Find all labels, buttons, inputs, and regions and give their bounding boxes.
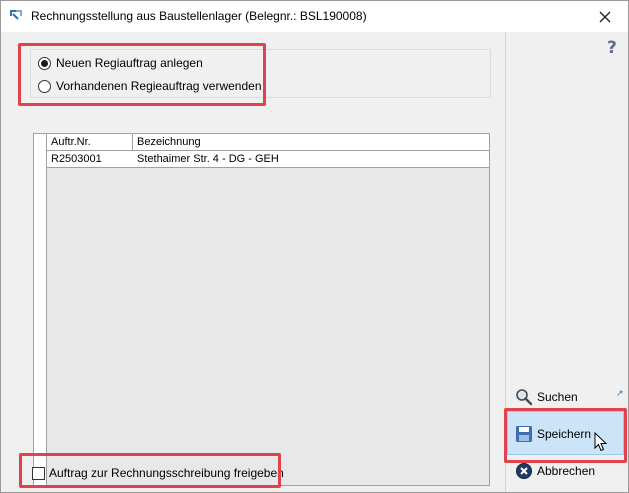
column-header-bezeichnung[interactable]: Bezeichnung (133, 134, 489, 150)
radio-new-order[interactable]: Neuen Regiauftrag anlegen (38, 56, 203, 70)
grid-row-indicator-column (34, 134, 47, 485)
save-button[interactable]: Speichern (515, 425, 591, 443)
title-bar: Rechnungsstellung aus Baustellenlager (B… (1, 1, 628, 32)
release-checkbox-label: Auftrag zur Rechnungsschreibung freigebe… (49, 466, 284, 480)
close-button[interactable] (582, 1, 628, 32)
radio-existing-order[interactable]: Vorhandenen Regieauftrag verwenden (38, 79, 262, 93)
order-grid[interactable]: Auftr.Nr. Bezeichnung R2503001 Stethaime… (33, 133, 490, 486)
close-icon (599, 11, 611, 22)
app-icon (9, 9, 23, 23)
floppy-disk-icon (515, 425, 533, 443)
help-icon[interactable]: ? (607, 38, 617, 58)
radio-new-order-control[interactable] (38, 56, 51, 70)
radio-existing-order-label: Vorhandenen Regieauftrag verwenden (56, 79, 262, 93)
cancel-button[interactable]: Abbrechen (515, 462, 595, 480)
cancel-x-icon (515, 462, 533, 480)
cell-auftr-nr[interactable]: R2503001 (47, 151, 133, 167)
column-header-auftr-nr[interactable]: Auftr.Nr. (47, 134, 133, 150)
cancel-button-label: Abbrechen (537, 464, 596, 478)
save-button-label: Speichern (537, 427, 592, 441)
expand-arrow-icon[interactable]: ↗ (616, 389, 624, 399)
action-sidebar: ? ↗ Suchen Speichern Abbrechen (504, 32, 628, 492)
main-content: Neuen Regiauftrag anlegen Vorhandenen Re… (1, 32, 505, 492)
dialog-window: Rechnungsstellung aus Baustellenlager (B… (0, 0, 629, 493)
mouse-cursor-icon (594, 431, 608, 455)
cell-bezeichnung[interactable]: Stethaimer Str. 4 - DG - GEH (133, 151, 489, 167)
search-button[interactable]: Suchen (515, 388, 578, 406)
table-row[interactable]: R2503001 Stethaimer Str. 4 - DG - GEH (47, 151, 489, 167)
search-icon (515, 388, 533, 406)
radio-existing-order-control[interactable] (38, 79, 51, 93)
search-button-label: Suchen (537, 390, 578, 404)
radio-new-order-label: Neuen Regiauftrag anlegen (56, 56, 203, 70)
option-group: Neuen Regiauftrag anlegen Vorhandenen Re… (30, 49, 491, 98)
window-title: Rechnungsstellung aus Baustellenlager (B… (31, 9, 367, 23)
grid-header: Auftr.Nr. Bezeichnung (47, 134, 489, 151)
release-checkbox-row[interactable]: Auftrag zur Rechnungsschreibung freigebe… (32, 466, 284, 480)
release-checkbox[interactable] (32, 466, 45, 480)
